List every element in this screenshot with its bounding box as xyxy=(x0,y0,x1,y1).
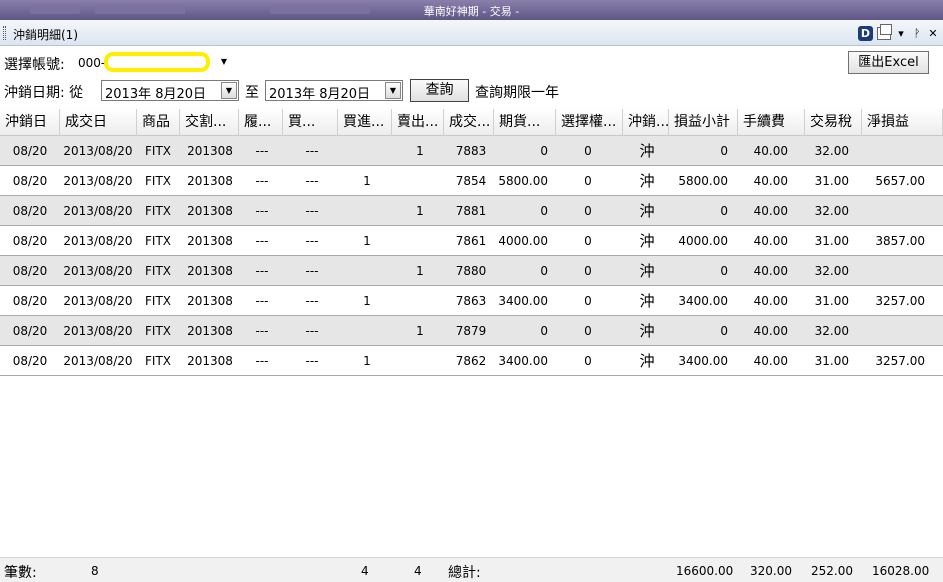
column-header-settle-date[interactable]: 沖銷日 xyxy=(0,109,60,136)
column-header-strike[interactable]: 履... xyxy=(239,109,283,136)
date-to-label: 至 xyxy=(245,85,259,101)
column-header-trade-price[interactable]: 成交... xyxy=(444,109,494,136)
panel-title: 沖銷明細(1) xyxy=(13,28,78,42)
table-row[interactable]: 08/20 2013/08/20 FITX 201308 --- --- 1 7879 0 0 沖 0… xyxy=(0,316,943,346)
table-row[interactable]: 08/20 2013/08/20 FITX 201308 --- --- 1 7881 0 0 沖 0… xyxy=(0,196,943,226)
redacted-account-highlight xyxy=(104,52,210,72)
cell-futures-pnl: 0 xyxy=(540,144,548,158)
calendar-dropdown-icon[interactable]: ▼ xyxy=(385,82,401,99)
dock-d-icon[interactable]: D xyxy=(858,25,873,41)
column-header-product[interactable]: 商品 xyxy=(137,109,180,136)
column-header-net-pnl[interactable]: 淨損益 xyxy=(862,109,943,136)
cell-net-pnl: 3257.00 xyxy=(875,294,925,308)
calendar-dropdown-icon[interactable]: ▼ xyxy=(221,82,237,99)
column-header-delivery-month[interactable]: 交割... xyxy=(180,109,239,136)
buy-total: 4 xyxy=(361,564,369,578)
summary-footer: 筆數: 8 4 4 總計: 16600.00 320.00 252.00 160… xyxy=(0,557,943,582)
export-excel-button[interactable]: 匯出Excel xyxy=(848,51,929,74)
table-row[interactable]: 08/20 2013/08/20 FITX 201308 --- --- 1 7861 4000… xyxy=(0,226,943,256)
count-label: 筆數: xyxy=(4,565,37,581)
cell-net-pnl: 3257.00 xyxy=(875,354,925,368)
close-icon[interactable]: ✕ xyxy=(927,26,939,41)
query-limit-note: 查詢期限一年 xyxy=(475,85,559,101)
cell-net-pnl: 5657.00 xyxy=(875,174,925,188)
account-prefix: 000- xyxy=(78,56,106,70)
fee-total: 320.00 xyxy=(750,564,792,578)
chevron-down-icon[interactable]: ▼ xyxy=(221,57,227,66)
drag-grip-icon[interactable] xyxy=(3,26,6,40)
panel-header: 沖銷明細(1) D ▾ ᚹ ✕ xyxy=(0,20,943,46)
column-header-futures-pnl[interactable]: 期貨... xyxy=(494,109,556,136)
table-row[interactable]: 08/20 2013/08/20 FITX 201308 --- --- 1 7862 3400… xyxy=(0,346,943,376)
cell-net-pnl: 3857.00 xyxy=(875,234,925,248)
cell-futures-pnl: 4000.00 xyxy=(498,234,548,248)
account-select[interactable]: 000- ▼ xyxy=(73,52,231,74)
column-header-trade-date[interactable]: 成交日 xyxy=(60,109,137,136)
window-title-bar: 華南好神期 - 交易 - xyxy=(0,0,943,20)
cell-futures-pnl: 0 xyxy=(540,204,548,218)
cell-futures-pnl: 3400.00 xyxy=(498,354,548,368)
offset-details-table[interactable]: 沖銷日 成交日 商品 交割... 履... 買... 買進... 賣出... 成交... 期貨..… xyxy=(0,109,943,376)
net-total: 16028.00 xyxy=(872,564,930,578)
cell-net-pnl xyxy=(835,136,925,166)
column-header-sell-qty[interactable]: 賣出... xyxy=(392,109,444,136)
popout-window-icon[interactable] xyxy=(877,23,892,40)
cell-net-pnl xyxy=(835,316,925,346)
column-header-option-premium[interactable]: 選擇權... xyxy=(556,109,623,136)
table-row[interactable]: 08/20 2013/08/20 FITX 201308 --- --- 1 7880 0 0 沖 0… xyxy=(0,256,943,286)
column-header-tax[interactable]: 交易稅 xyxy=(805,109,862,136)
total-label: 總計: xyxy=(448,565,481,581)
date-to-picker[interactable]: 2013年 8月20日 ▼ xyxy=(265,80,403,102)
column-header-fee[interactable]: 手續費 xyxy=(738,109,805,136)
account-label: 選擇帳號: xyxy=(4,57,65,73)
pnl-total: 16600.00 xyxy=(676,564,734,578)
table-row[interactable]: 08/20 2013/08/20 FITX 201308 --- --- 1 7854 5800… xyxy=(0,166,943,196)
date-range-label: 沖銷日期: 從 xyxy=(4,85,84,101)
query-button[interactable]: 查詢 xyxy=(410,79,469,102)
cell-net-pnl xyxy=(835,256,925,286)
sell-total: 4 xyxy=(414,564,422,578)
date-from-picker[interactable]: 2013年 8月20日 ▼ xyxy=(101,80,239,102)
window-title: 華南好神期 - 交易 - xyxy=(423,5,520,18)
dropdown-arrow-icon[interactable]: ▾ xyxy=(895,26,907,41)
tax-total: 252.00 xyxy=(811,564,853,578)
cell-futures-pnl: 0 xyxy=(540,264,548,278)
date-from-value: 2013年 8月20日 xyxy=(105,87,207,102)
table-row[interactable]: 08/20 2013/08/20 FITX 201308 --- --- 1 7863 3400… xyxy=(0,286,943,316)
table-row[interactable]: 08/20 2013/08/20 FITX 201308 --- --- 1 7883 0 0 沖 0… xyxy=(0,136,943,166)
pin-icon[interactable]: ᚹ xyxy=(911,26,923,41)
date-to-value: 2013年 8月20日 xyxy=(269,87,371,102)
column-header-offset-flag[interactable]: 沖銷... xyxy=(623,109,669,136)
column-header-pnl-subtotal[interactable]: 損益小計 xyxy=(669,109,738,136)
count-value: 8 xyxy=(91,564,99,578)
cell-net-pnl xyxy=(835,196,925,226)
cell-futures-pnl: 3400.00 xyxy=(498,294,548,308)
column-header-buy-sell[interactable]: 買... xyxy=(283,109,338,136)
table-header: 沖銷日 成交日 商品 交割... 履... 買... 買進... 賣出... 成交... 期貨..… xyxy=(0,109,943,136)
cell-futures-pnl: 5800.00 xyxy=(498,174,548,188)
cell-futures-pnl: 0 xyxy=(540,324,548,338)
column-header-buy-qty[interactable]: 買進... xyxy=(338,109,392,136)
